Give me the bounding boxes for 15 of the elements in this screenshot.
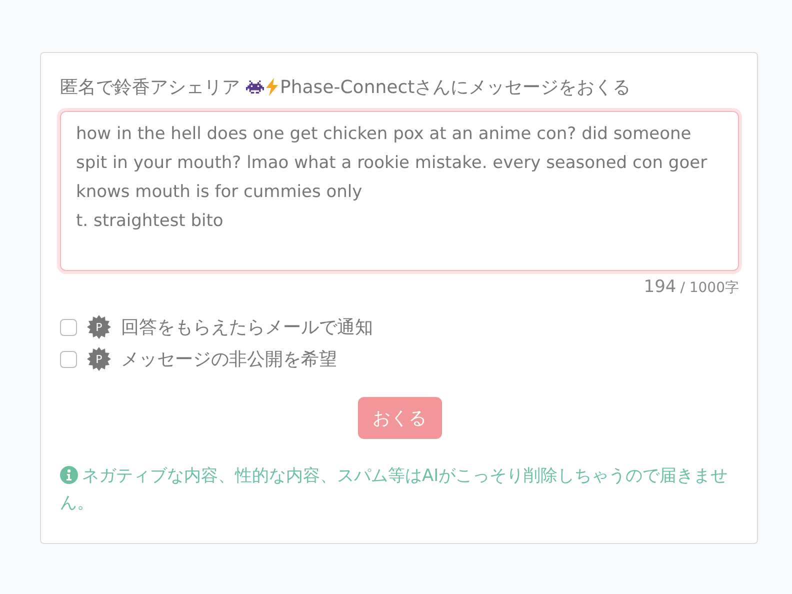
premium-badge: P xyxy=(87,315,111,339)
message-field[interactable]: how in the hell does one get chicken pox at an anime con? did someone spit in your mouth? lmao what a rookie mistake. every seasoned con goer knows mouth is for cummies only t. straightest bito xyxy=(60,111,739,271)
notice-text: ネガティブな内容、性的な内容、スパム等はAIがこっそり削除しちゃうので届きません。 xyxy=(60,465,729,515)
lightning-icon xyxy=(266,78,278,96)
title-text: 匿名で鈴香アシェリア xyxy=(60,76,240,99)
title-text: Phase-Connectさんにメッセージをおくる xyxy=(280,76,631,99)
option-label: 回答をもらえたらメールで通知 xyxy=(121,316,373,339)
info-icon xyxy=(60,466,78,484)
character-limit: / 1000字 xyxy=(680,279,739,297)
character-count: 194 xyxy=(644,277,676,297)
premium-badge: P xyxy=(87,347,111,371)
checkbox[interactable] xyxy=(60,318,77,336)
option-label: メッセージの非公開を希望 xyxy=(121,348,337,371)
checkbox[interactable] xyxy=(60,350,77,368)
alien-icon xyxy=(246,79,264,95)
